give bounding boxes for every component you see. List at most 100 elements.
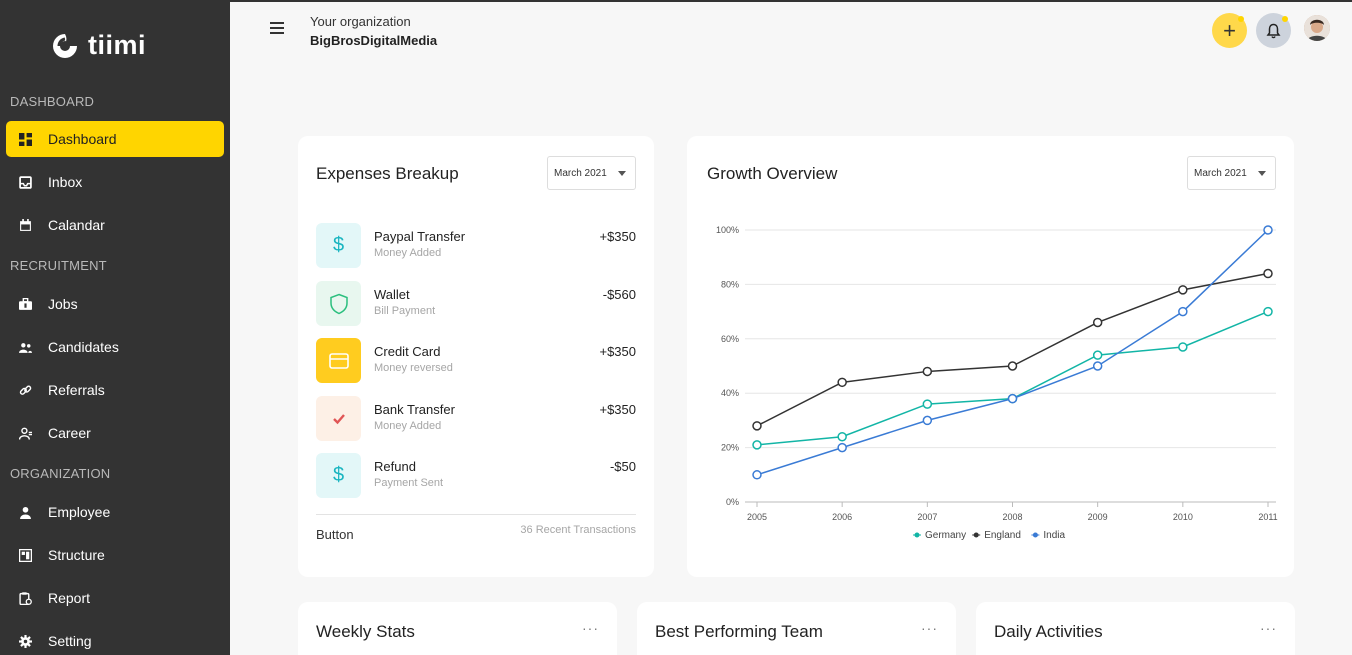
expenses-title: Expenses Breakup: [316, 164, 459, 183]
transaction-row[interactable]: $ Paypal Transfer Money Added +$350: [316, 223, 636, 269]
sidebar-item-setting[interactable]: Setting: [6, 623, 224, 655]
transaction-title: Wallet: [374, 287, 410, 302]
growth-chart: 0% 20% 40% 60% 80% 100% 2005 2006 2007 2008 2009 20…: [716, 225, 1278, 541]
series-line-germany: [756, 310, 1269, 446]
sidebar-item-dashboard[interactable]: Dashboard: [6, 121, 224, 157]
sidebar-item-inbox[interactable]: Inbox: [6, 164, 224, 200]
transaction-title: Refund: [374, 459, 416, 474]
org-name[interactable]: BigBrosDigitalMedia: [310, 33, 437, 48]
daily-activities-card: Daily Activities ···: [976, 602, 1295, 655]
sidebar-item-label: Career: [48, 425, 91, 441]
plus-icon: +: [1223, 17, 1236, 43]
sidebar-item-label: Jobs: [48, 296, 78, 312]
y-tick-label: 60%: [721, 334, 739, 344]
recent-transactions-link[interactable]: 36 Recent Transactions: [520, 524, 636, 536]
avatar[interactable]: [1304, 15, 1330, 41]
bell-icon: [1266, 23, 1281, 38]
app-logo[interactable]: tiimi: [50, 30, 146, 61]
x-tick-label: 2007: [917, 512, 937, 522]
transaction-sub: Payment Sent: [374, 477, 444, 489]
shield-icon: [316, 281, 361, 326]
users-icon: [18, 340, 32, 354]
transaction-row[interactable]: Credit Card Money reversed +$350: [316, 338, 636, 384]
data-point-england: [837, 377, 847, 388]
more-icon[interactable]: ···: [921, 620, 938, 636]
data-point-india: [752, 470, 762, 480]
expenses-period-select[interactable]: March 2021: [547, 156, 636, 190]
check-icon: [316, 396, 361, 441]
sidebar-item-referrals[interactable]: Referrals: [6, 372, 224, 408]
top-border: [0, 0, 1352, 2]
sidebar-item-jobs[interactable]: Jobs: [6, 286, 224, 322]
logo-icon: [53, 33, 77, 58]
x-tick-label: 2005: [747, 512, 767, 522]
org-label: Your organization: [310, 14, 411, 29]
data-point-england: [922, 366, 933, 377]
data-point-england: [752, 421, 762, 431]
briefcase-icon: [18, 297, 32, 311]
sidebar-item-label: Inbox: [48, 174, 83, 190]
data-point-india: [1007, 393, 1018, 404]
more-icon[interactable]: ···: [1260, 620, 1277, 636]
sidebar-item-structure[interactable]: Structure: [6, 537, 224, 573]
x-tick-label: 2010: [1173, 512, 1193, 522]
sidebar-item-label: Structure: [48, 547, 105, 563]
gear-icon: [18, 634, 32, 648]
expenses-card: Expenses Breakup March 2021 $ Paypal Tra…: [298, 136, 654, 577]
y-tick-label: 100%: [716, 225, 739, 235]
y-tick-label: 20%: [721, 443, 739, 453]
sidebar-item-report[interactable]: Report: [6, 580, 224, 616]
sidebar-item-candidates[interactable]: Candidates: [6, 329, 224, 365]
sidebar-item-career[interactable]: Career: [6, 415, 224, 451]
y-tick-label: 40%: [721, 388, 739, 398]
transaction-row[interactable]: $ Refund Payment Sent -$50: [316, 453, 636, 499]
transaction-sub: Money Added: [374, 247, 442, 259]
notifications-button[interactable]: [1256, 13, 1291, 48]
x-tick-label: 2008: [1002, 512, 1022, 522]
sidebar-item-employee[interactable]: Employee: [6, 494, 224, 530]
expenses-button[interactable]: Button: [316, 527, 354, 542]
data-point-england: [1092, 317, 1103, 328]
report-icon: [18, 591, 32, 605]
transaction-row[interactable]: Wallet Bill Payment -$560: [316, 281, 636, 327]
x-tick-label: 2011: [1258, 512, 1277, 522]
data-point-germany: [752, 440, 762, 450]
data-point-england: [1007, 361, 1018, 371]
add-button[interactable]: +: [1212, 13, 1247, 48]
credit-card-icon: [316, 338, 361, 383]
growth-card: Growth Overview March 2021 0% 20% 40% 60% 80…: [687, 136, 1294, 577]
sidebar-item-calendar[interactable]: Calandar: [6, 207, 224, 243]
daily-activities-title: Daily Activities: [994, 622, 1103, 641]
section-recruitment: RECRUITMENT: [10, 258, 107, 273]
sidebar-item-label: Dashboard: [48, 131, 117, 147]
section-dashboard: DASHBOARD: [10, 94, 95, 109]
sidebar-item-label: Report: [48, 590, 91, 606]
menu-toggle-icon[interactable]: [270, 22, 284, 36]
notification-dot: [1282, 16, 1288, 22]
transaction-amount: +$350: [599, 402, 636, 417]
transaction-amount: -$50: [609, 459, 636, 474]
data-point-india: [922, 415, 933, 426]
y-tick-label: 0%: [726, 497, 739, 507]
data-point-india: [1178, 306, 1188, 317]
select-value: March 2021: [554, 167, 607, 179]
x-tick-label: 2009: [1088, 512, 1108, 522]
logo-text: tiimi: [88, 30, 147, 60]
transaction-amount: -$560: [602, 287, 636, 302]
transaction-row[interactable]: Bank Transfer Money Added +$350: [316, 396, 636, 442]
transaction-amount: +$350: [599, 344, 636, 359]
transaction-amount: +$350: [599, 229, 636, 244]
more-icon[interactable]: ···: [582, 620, 599, 636]
x-tick-label: 2006: [832, 512, 852, 522]
notification-dot: [1238, 16, 1244, 22]
calendar-icon: [18, 218, 32, 232]
sidebar-item-label: Setting: [48, 633, 92, 649]
data-point-germany: [1178, 342, 1188, 352]
person-icon: [18, 426, 32, 440]
inbox-icon: [18, 175, 32, 189]
divider: [316, 514, 636, 515]
weekly-stats-title: Weekly Stats: [316, 622, 415, 641]
data-point-england: [1178, 285, 1188, 295]
transaction-title: Bank Transfer: [374, 402, 455, 417]
data-point-india: [837, 442, 847, 453]
